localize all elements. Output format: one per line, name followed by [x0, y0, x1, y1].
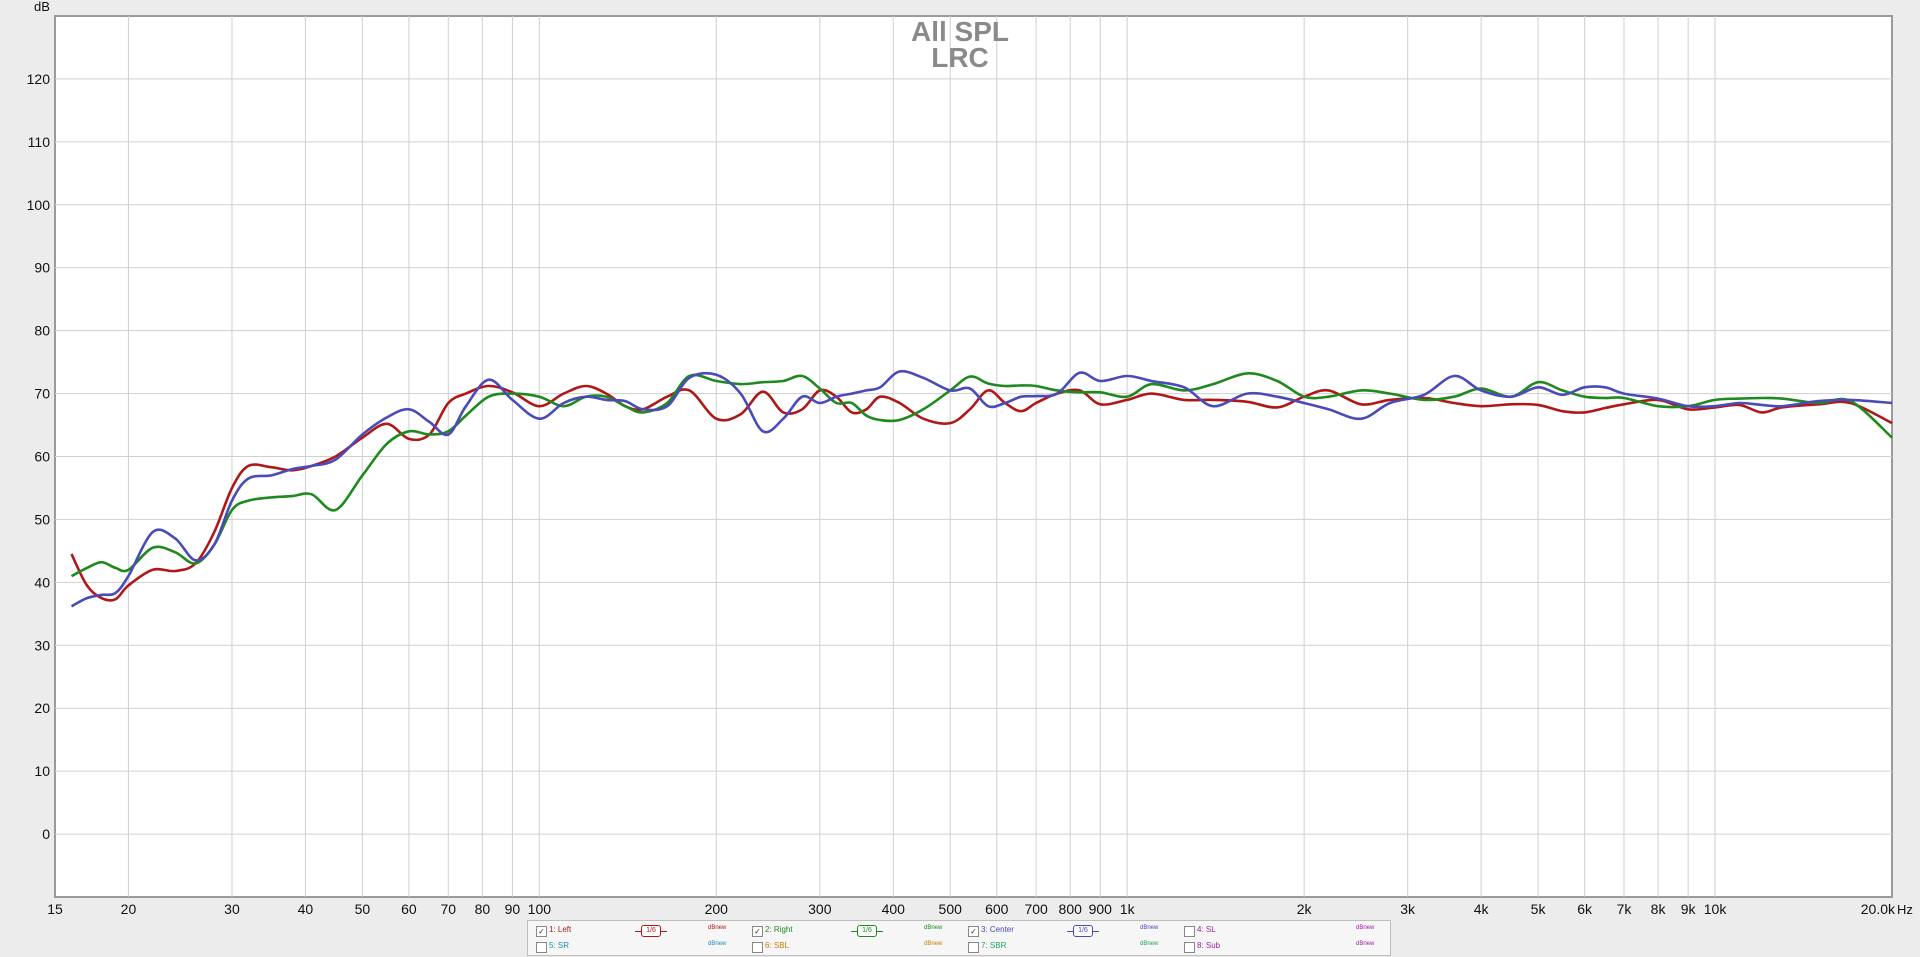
smoothing-button[interactable]: 1/6: [635, 925, 667, 937]
legend-series-name: 8: Sub: [1197, 941, 1221, 950]
x-tick-label: 5k: [1531, 901, 1547, 917]
smoothing-button[interactable]: 1/6: [1067, 925, 1099, 937]
x-axis-labels: 15 20 30 40 50 60 70 80 90 100 200 300 400 500 600 700 8…: [47, 901, 1896, 917]
x-tick-label: 400: [882, 901, 906, 917]
y-tick-label: 80: [34, 323, 50, 339]
db-offset-label[interactable]: dBnew: [708, 925, 726, 931]
x-tick-label: 10k: [1704, 901, 1728, 917]
x-tick-label: 600: [985, 901, 1009, 917]
legend-checkbox[interactable]: ✓: [968, 926, 979, 937]
x-tick-label: 40: [298, 901, 314, 917]
legend-checkbox[interactable]: [1184, 926, 1195, 937]
x-tick-label: 70: [440, 901, 456, 917]
legend-item-sub: 8: Sub dBnew: [1176, 940, 1392, 956]
x-tick-label: 200: [705, 901, 729, 917]
y-tick-label: 120: [27, 71, 51, 87]
x-tick-label: 20.0k: [1861, 901, 1896, 917]
legend-series-name: 1: Left: [549, 925, 572, 934]
x-tick-label: 800: [1059, 901, 1083, 917]
y-tick-label: 30: [34, 637, 50, 653]
legend-checkbox[interactable]: [1184, 942, 1195, 953]
y-tick-label: 60: [34, 449, 50, 465]
y-tick-label: 70: [34, 386, 50, 402]
db-offset-label[interactable]: dBnew: [924, 941, 942, 947]
x-tick-label: 15: [47, 901, 63, 917]
x-tick-label: 4k: [1474, 901, 1490, 917]
legend-item-right: ✓ 2: Right 1/6 dBnew: [744, 924, 960, 940]
legend-item-sl: 4: SL dBnew: [1176, 924, 1392, 940]
x-tick-label: 500: [939, 901, 963, 917]
x-tick-label: 50: [355, 901, 371, 917]
x-axis-unit: Hz: [1897, 902, 1913, 917]
legend-row: ✓ 1: Left 1/6 dBnew ✓ 2: Right 1/6 dBnew ✓ 3: Cen…: [528, 924, 1390, 940]
legend-checkbox[interactable]: [536, 942, 547, 953]
legend-item-center: ✓ 3: Center 1/6 dBnew: [960, 924, 1176, 940]
y-tick-label: 20: [34, 700, 50, 716]
legend-series-name: 4: SL: [1197, 925, 1216, 934]
x-tick-label: 20: [121, 901, 137, 917]
legend-panel: ✓ 1: Left 1/6 dBnew ✓ 2: Right 1/6 dBnew ✓ 3: Cen…: [527, 920, 1391, 956]
db-offset-label[interactable]: dBnew: [1356, 925, 1374, 931]
x-tick-label: 80: [475, 901, 491, 917]
y-tick-label: 10: [34, 763, 50, 779]
legend-item-sr: 5: SR dBnew: [528, 940, 744, 956]
legend-item-sbr: 7: SBR dBnew: [960, 940, 1176, 956]
x-tick-label: 30: [224, 901, 240, 917]
x-tick-label: 700: [1024, 901, 1048, 917]
y-tick-label: 90: [34, 260, 50, 276]
chart-subtitle: LRC: [931, 42, 989, 73]
legend-checkbox[interactable]: ✓: [536, 926, 547, 937]
legend-item-left: ✓ 1: Left 1/6 dBnew: [528, 924, 744, 940]
legend-checkbox[interactable]: [752, 942, 763, 953]
x-tick-label: 7k: [1617, 901, 1633, 917]
x-tick-label: 9k: [1681, 901, 1697, 917]
db-offset-label[interactable]: dBnew: [924, 925, 942, 931]
y-tick-label: 110: [28, 134, 51, 150]
legend-series-name: 7: SBR: [981, 941, 1007, 950]
x-tick-label: 2k: [1297, 901, 1313, 917]
db-offset-label[interactable]: dBnew: [1140, 941, 1158, 947]
db-offset-label[interactable]: dBnew: [708, 941, 726, 947]
x-tick-label: 1k: [1120, 901, 1136, 917]
y-axis-unit: dB: [34, 0, 50, 14]
y-tick-label: 50: [34, 511, 50, 527]
smoothing-button[interactable]: 1/6: [851, 925, 883, 937]
spl-chart: 0 10 20 30 40 50 60 70 80 90 100 110 120 15 20 30 40 50 6…: [27, 0, 1913, 917]
legend-checkbox[interactable]: ✓: [752, 926, 763, 937]
y-tick-label: 40: [34, 574, 50, 590]
legend-series-name: 2: Right: [765, 925, 793, 934]
legend-row: 5: SR dBnew 6: SBL dBnew 7: SBR dBnew 8: Sub dB…: [528, 940, 1390, 956]
legend-series-name: 3: Center: [981, 925, 1014, 934]
y-axis-labels: 0 10 20 30 40 50 60 70 80 90 100 110 120: [27, 71, 51, 842]
y-tick-label: 100: [27, 197, 51, 213]
x-tick-label: 60: [401, 901, 417, 917]
y-tick-label: 0: [42, 826, 50, 842]
legend-checkbox[interactable]: [968, 942, 979, 953]
x-tick-label: 8k: [1651, 901, 1667, 917]
legend-item-sbl: 6: SBL dBnew: [744, 940, 960, 956]
x-tick-label: 3k: [1400, 901, 1416, 917]
legend-series-name: 5: SR: [549, 941, 570, 950]
db-offset-label[interactable]: dBnew: [1356, 941, 1374, 947]
x-tick-label: 6k: [1577, 901, 1593, 917]
legend-series-name: 6: SBL: [765, 941, 790, 950]
x-tick-label: 300: [808, 901, 832, 917]
x-tick-label: 900: [1089, 901, 1113, 917]
db-offset-label[interactable]: dBnew: [1140, 925, 1158, 931]
x-tick-label: 90: [505, 901, 521, 917]
x-tick-label: 100: [528, 901, 552, 917]
